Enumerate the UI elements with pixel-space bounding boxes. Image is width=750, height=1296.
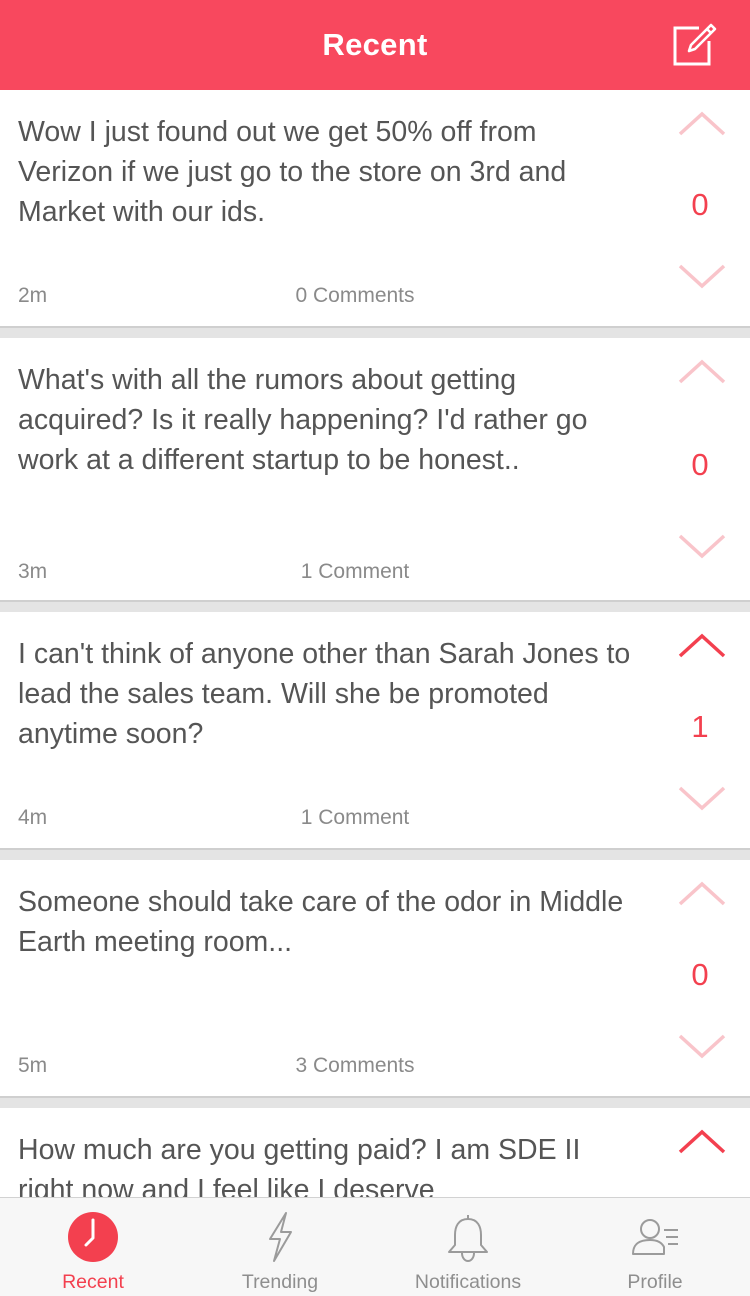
post-card[interactable]: What's with all the rumors about getting… — [0, 338, 750, 602]
vote-count: 0 — [691, 447, 709, 482]
vote-count: 0 — [691, 187, 709, 222]
tab-recent[interactable]: Recent — [18, 1198, 168, 1296]
vote-control: 0 — [650, 338, 750, 600]
post-text: How much are you getting paid? I am SDE … — [18, 1134, 581, 1197]
vote-control: 0 — [650, 90, 750, 326]
post-card[interactable]: Someone should take care of the odor in … — [0, 860, 750, 1098]
divider — [0, 328, 750, 338]
tab-label: Notifications — [414, 1271, 522, 1293]
post-card[interactable]: I can't think of anyone other than Sarah… — [0, 612, 750, 850]
upvote-icon[interactable] — [676, 630, 728, 660]
vote-count: 0 — [691, 957, 709, 992]
post-text: Someone should take care of the odor in … — [18, 886, 624, 958]
tab-trending[interactable]: Trending — [205, 1198, 355, 1296]
comments-link[interactable]: 3 Comments — [255, 1054, 455, 1078]
page-title: Recent — [322, 27, 428, 62]
upvote-icon[interactable] — [676, 108, 728, 138]
divider — [0, 1098, 750, 1108]
tab-bar: Recent Trending Notifications Profile — [0, 1197, 750, 1296]
downvote-icon[interactable] — [676, 1032, 728, 1062]
downvote-icon[interactable] — [676, 784, 728, 814]
comments-link[interactable]: 1 Comment — [255, 806, 455, 830]
divider — [0, 850, 750, 860]
divider — [0, 602, 750, 612]
post-card[interactable]: Wow I just found out we get 50% off from… — [0, 90, 750, 328]
bell-icon — [448, 1215, 488, 1263]
post-time: 2m — [18, 284, 48, 307]
post-feed[interactable]: Wow I just found out we get 50% off from… — [0, 90, 750, 1197]
post-time: 4m — [18, 806, 48, 829]
vote-control: 0 — [650, 860, 750, 1096]
tab-profile[interactable]: Profile — [580, 1198, 730, 1296]
post-text: What's with all the rumors about getting… — [18, 364, 588, 476]
post-time: 5m — [18, 1054, 48, 1077]
upvote-icon[interactable] — [676, 1126, 728, 1156]
vote-control — [650, 1108, 750, 1197]
upvote-icon[interactable] — [676, 878, 728, 908]
app-header: Recent — [0, 0, 750, 90]
post-text: Wow I just found out we get 50% off from… — [18, 116, 567, 228]
downvote-icon[interactable] — [676, 532, 728, 562]
lightning-icon — [269, 1212, 292, 1262]
comments-link[interactable]: 1 Comment — [255, 560, 455, 584]
downvote-icon[interactable] — [676, 262, 728, 292]
profile-icon — [632, 1219, 678, 1255]
compose-icon — [673, 23, 717, 66]
post-time: 3m — [18, 560, 48, 583]
clock-icon — [68, 1212, 118, 1262]
tab-label: Profile — [627, 1271, 683, 1293]
tab-label: Trending — [241, 1271, 319, 1293]
compose-button[interactable] — [668, 18, 720, 70]
post-card[interactable]: How much are you getting paid? I am SDE … — [0, 1108, 750, 1197]
post-text: I can't think of anyone other than Sarah… — [18, 638, 631, 750]
comments-link[interactable]: 0 Comments — [255, 284, 455, 308]
upvote-icon[interactable] — [676, 356, 728, 386]
tab-label: Recent — [62, 1271, 124, 1293]
vote-control: 1 — [650, 612, 750, 848]
vote-count: 1 — [691, 709, 709, 744]
tab-notifications[interactable]: Notifications — [393, 1198, 543, 1296]
